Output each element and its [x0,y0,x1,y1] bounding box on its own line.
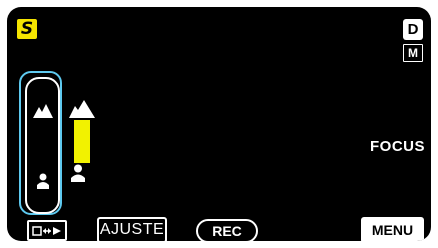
lcd-screen: S D M FOCUS AJUSTE REC MENU [7,7,431,241]
scene-mode-badge: S [17,19,37,39]
focus-label: FOCUS [370,138,425,155]
menu-button[interactable]: MENU [361,217,424,241]
status-d-badge: D [403,19,423,40]
ajuste-button[interactable]: AJUSTE [97,217,167,241]
focus-far-button[interactable] [29,91,56,131]
mountain-icon [32,104,53,118]
focus-level-bar [74,120,90,163]
display-switch-button[interactable] [27,220,67,241]
rec-button[interactable]: REC [196,219,258,241]
scene-mode-letter: S [20,18,34,39]
focus-slider[interactable] [25,77,60,214]
level-person-icon [71,164,85,182]
status-m-badge: M [403,44,423,62]
level-mountain-icon [69,100,95,118]
camera-ui-frame: S D M FOCUS AJUSTE REC MENU [0,0,438,248]
display-switch-icon [32,225,61,236]
person-icon [36,173,49,189]
focus-near-button[interactable] [29,161,56,201]
